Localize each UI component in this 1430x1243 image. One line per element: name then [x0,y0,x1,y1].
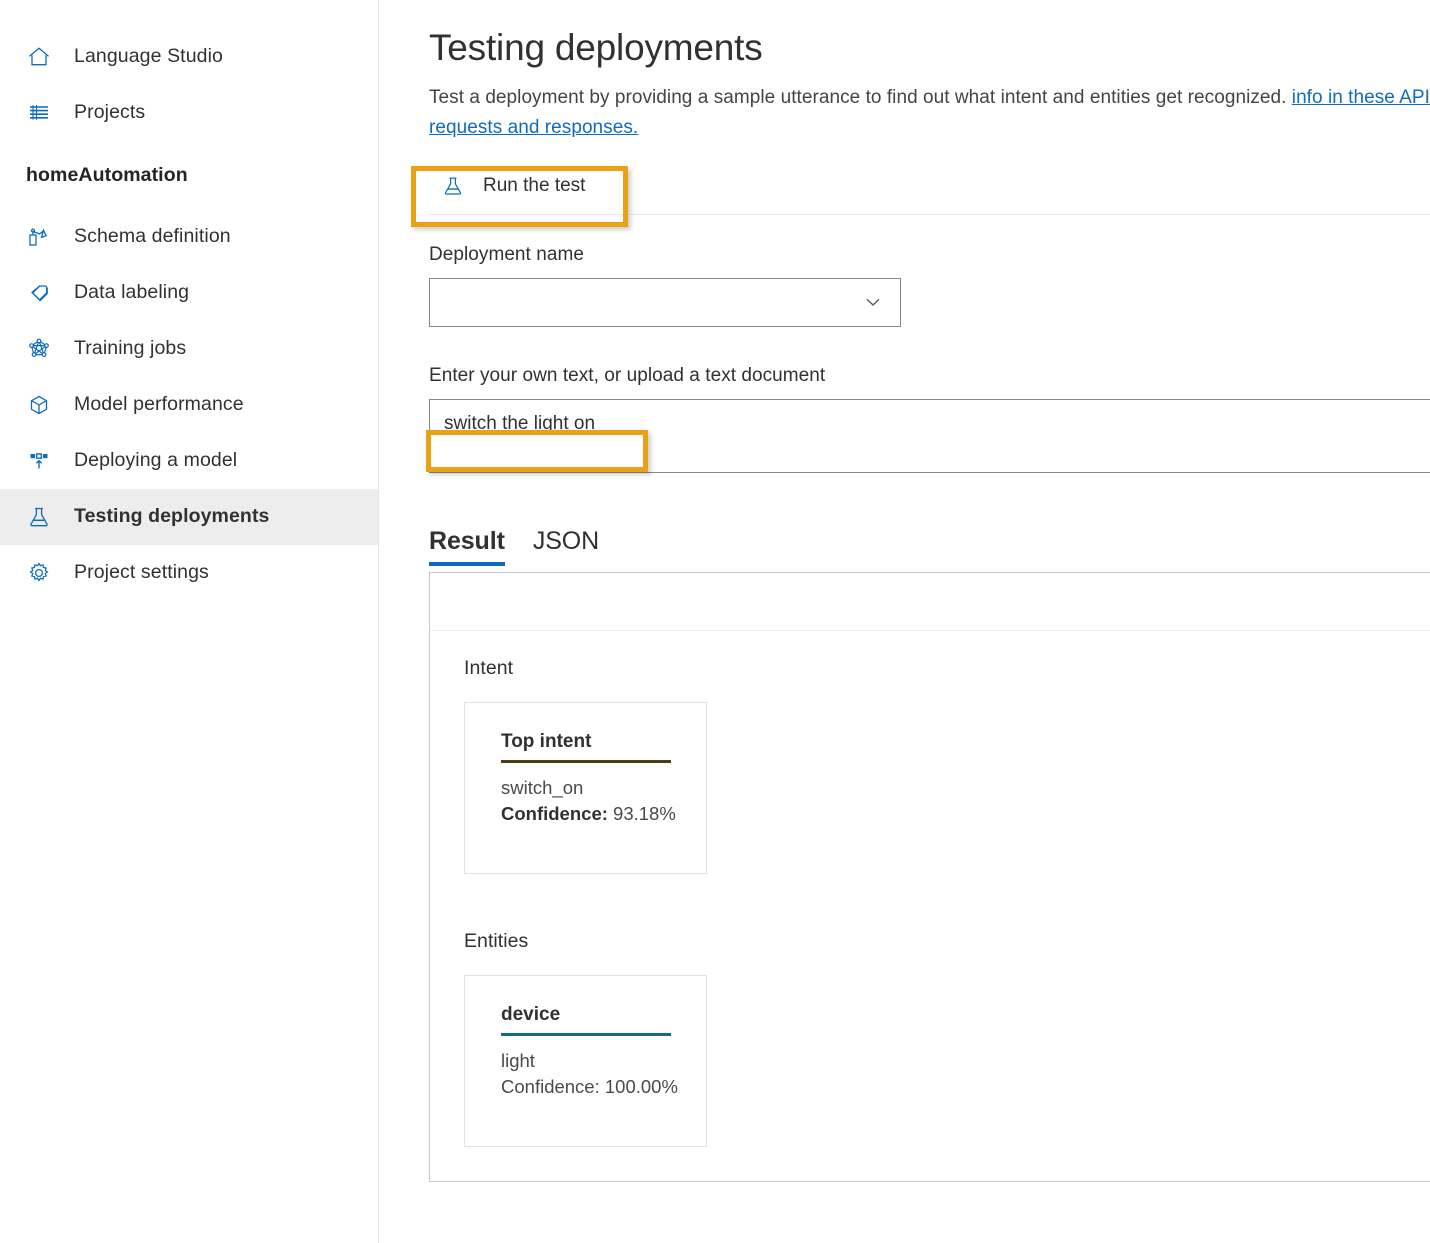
page-description: Test a deployment by providing a sample … [429,83,1430,143]
top-intent-confidence: Confidence: 93.18% [501,801,706,827]
run-the-test-button[interactable]: Run the test [429,164,601,208]
confidence-value: 93.18% [613,803,676,824]
gear-icon [24,558,54,588]
tab-result[interactable]: Result [429,527,505,566]
description-text: Test a deployment by providing a sample … [429,87,1292,108]
confidence-value: 100.00% [605,1076,678,1097]
home-icon [24,42,54,72]
sidebar-item-deploying-a-model[interactable]: Deploying a model [0,433,378,489]
top-intent-value: switch_on [501,775,706,801]
language-studio-page: Language Studio Projects homeAutomation [0,0,1430,1243]
project-name: homeAutomation [0,147,378,203]
entity-value: light [501,1048,706,1074]
intent-section-heading: Intent [464,657,1430,680]
command-bar: Run the test [429,159,1430,215]
flask-icon [439,172,467,200]
entity-card: device light Confidence: 100.00% [464,975,707,1147]
sidebar-item-projects[interactable]: Projects [0,85,378,141]
deployment-name-label: Deployment name [429,244,1430,266]
result-panel: Intent Top intent switch_on Confidence: … [429,572,1430,1182]
result-panel-header [430,573,1430,631]
entities-section-heading: Entities [464,930,1430,953]
sidebar-item-data-labeling[interactable]: Data labeling [0,265,378,321]
chevron-down-icon [862,291,884,313]
confidence-label: Confidence: [501,1076,600,1097]
run-the-test-label: Run the test [483,175,585,197]
confidence-label: Confidence: [501,803,608,824]
box-icon [24,390,54,420]
result-tabs: Result JSON [429,522,1430,566]
sidebar-item-label: Projects [74,103,145,123]
network-graph-icon [24,334,54,364]
sidebar-item-label: Project settings [74,563,209,583]
deploy-upload-icon [24,446,54,476]
sidebar-item-label: Model performance [74,395,244,415]
entity-confidence: Confidence: 100.00% [501,1074,706,1100]
flask-icon [24,502,54,532]
tag-icon [24,278,54,308]
robot-arm-icon [24,222,54,252]
utterance-input[interactable] [429,399,1430,473]
list-icon [24,98,54,128]
sidebar-item-label: Schema definition [74,227,231,247]
tab-json[interactable]: JSON [533,527,599,566]
sidebar-item-training-jobs[interactable]: Training jobs [0,321,378,377]
sidebar-item-label: Training jobs [74,339,186,359]
result-panel-body: Intent Top intent switch_on Confidence: … [430,631,1430,1147]
sidebar: Language Studio Projects homeAutomation [0,0,379,1243]
utterance-label: Enter your own text, or upload a text do… [429,365,1430,387]
top-intent-card: Top intent switch_on Confidence: 93.18% [464,702,707,874]
top-intent-details: switch_on Confidence: 93.18% [501,775,706,827]
entity-details: light Confidence: 100.00% [501,1048,706,1100]
sidebar-item-label: Testing deployments [74,507,269,527]
sidebar-item-label: Deploying a model [74,451,237,471]
sidebar-item-testing-deployments[interactable]: Testing deployments [0,489,378,545]
sidebar-item-language-studio[interactable]: Language Studio [0,29,378,85]
sidebar-item-label: Language Studio [74,47,223,67]
sidebar-item-label: Data labeling [74,283,189,303]
main-content: Testing deployments Test a deployment by… [379,0,1430,1243]
page-title: Testing deployments [429,28,1430,69]
deployment-name-dropdown[interactable] [429,278,901,327]
sidebar-item-model-performance[interactable]: Model performance [0,377,378,433]
entity-key: device [501,1004,671,1036]
sidebar-item-project-settings[interactable]: Project settings [0,545,378,601]
sidebar-item-schema-definition[interactable]: Schema definition [0,209,378,265]
top-intent-key: Top intent [501,731,671,763]
